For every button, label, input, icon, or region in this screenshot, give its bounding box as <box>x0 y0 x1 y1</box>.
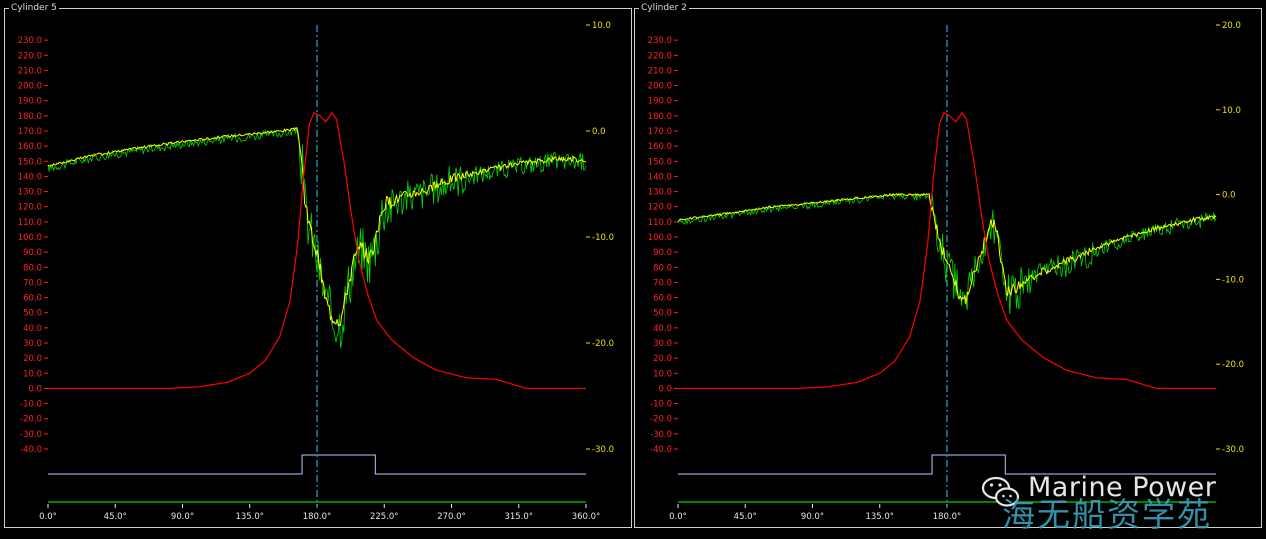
left-axis-tick-label: 190.0 <box>648 97 672 107</box>
left-axis-tick-label: 50.0 <box>653 309 672 319</box>
left-axis-tick-label: 10.0 <box>23 369 42 379</box>
x-axis-tick-label: 45.0° <box>734 512 757 522</box>
left-axis-tick-label: 70.0 <box>23 278 42 288</box>
watermark-chinese-text: 海无船资学苑 <box>1002 495 1212 534</box>
x-axis-tick-label: 90.0° <box>171 512 194 522</box>
cylinder-2-chart: 230.0 220.0 210.0 200.0 190.0 180.0 170.0 160.0… <box>648 21 1244 522</box>
left-axis-tick-label: 40.0 <box>653 324 672 334</box>
x-axis-tick-label: 0.0° <box>669 512 687 522</box>
right-axis-tick-label: -20.0 <box>592 339 614 349</box>
left-axis-tick-label: 200.0 <box>648 82 672 92</box>
cylinder-5-chart: 230.0 220.0 210.0 200.0 190.0 180.0 170.0 160.0… <box>18 21 614 522</box>
left-axis-tick-label: -10.0 <box>20 400 42 410</box>
left-axis-tick-label: 180.0 <box>18 112 42 122</box>
x-axis-tick-label: 135.0° <box>235 512 264 522</box>
left-axis-tick-label: 110.0 <box>18 218 42 228</box>
right-axis-tick-label: -30.0 <box>1222 445 1244 455</box>
left-axis-tick-label: 80.0 <box>23 263 42 273</box>
left-axis-tick-label: 230.0 <box>648 36 672 46</box>
left-axis-tick-label: 220.0 <box>18 51 42 61</box>
left-axis-tick-label: -20.0 <box>20 415 42 425</box>
left-axis-tick-label: 20.0 <box>23 354 42 364</box>
left-axis-tick-label: 100.0 <box>648 233 672 243</box>
left-axis-tick-label: -30.0 <box>20 430 42 440</box>
right-axis-tick-label: 10.0 <box>1222 106 1241 116</box>
left-axis-tick-label: 220.0 <box>648 51 672 61</box>
left-axis-tick-label: 60.0 <box>653 294 672 304</box>
left-axis-tick-label: 130.0 <box>648 188 672 198</box>
left-axis-tick-label: 90.0 <box>23 248 42 258</box>
x-axis-tick-label: 180.0° <box>303 512 332 522</box>
left-axis-tick-label: 50.0 <box>23 309 42 319</box>
left-axis-tick-label: 190.0 <box>18 97 42 107</box>
cylinder-5-panel: Cylinder 5 230.0 220.0 210.0 200.0 190.0 180.… <box>4 1 632 528</box>
right-axis-tick-label: 0.0 <box>592 127 606 137</box>
left-axis-tick-label: 0.0 <box>28 384 42 394</box>
x-axis-tick-label: 270.0° <box>437 512 466 522</box>
left-axis-tick-label: 30.0 <box>653 339 672 349</box>
left-axis-tick-label: 170.0 <box>18 127 42 137</box>
left-axis-tick-label: 160.0 <box>18 142 42 152</box>
left-axis-tick-label: 100.0 <box>18 233 42 243</box>
right-axis-tick-label: -10.0 <box>1222 275 1244 285</box>
left-axis-tick-label: 210.0 <box>18 66 42 76</box>
left-axis-tick-label: 160.0 <box>648 142 672 152</box>
left-axis-tick-label: 110.0 <box>648 218 672 228</box>
right-axis-tick-label: 0.0 <box>1222 191 1236 201</box>
left-axis-tick-label: 10.0 <box>653 369 672 379</box>
left-axis-tick-label: -20.0 <box>650 415 672 425</box>
left-axis-tick-label: 120.0 <box>18 203 42 213</box>
x-axis-tick-label: 135.0° <box>865 512 894 522</box>
left-axis-tick-label: 20.0 <box>653 354 672 364</box>
x-axis-tick-label: 45.0° <box>104 512 127 522</box>
right-axis-tick-label: 10.0 <box>592 21 611 31</box>
left-axis-tick-label: 70.0 <box>653 278 672 288</box>
left-axis-tick-label: 0.0 <box>658 384 672 394</box>
left-axis-tick-label: 150.0 <box>648 157 672 167</box>
left-axis-tick-label: 180.0 <box>648 112 672 122</box>
left-axis-tick-label: 150.0 <box>18 157 42 167</box>
left-axis-tick-label: 230.0 <box>18 36 42 46</box>
x-axis-tick-label: 180.0° <box>933 512 962 522</box>
left-axis-tick-label: -40.0 <box>650 445 672 455</box>
left-axis-tick-label: 60.0 <box>23 294 42 304</box>
watermark: Marine Power 海无船资学苑 <box>978 472 1240 534</box>
left-axis-tick-label: 80.0 <box>653 263 672 273</box>
right-axis-tick-label: 20.0 <box>1222 21 1241 31</box>
left-axis-tick-label: -40.0 <box>20 445 42 455</box>
left-axis-tick-label: 90.0 <box>653 248 672 258</box>
x-axis-tick-label: 360.0° <box>572 512 601 522</box>
left-axis-tick-label: 200.0 <box>18 82 42 92</box>
x-axis-tick-label: 0.0° <box>39 512 57 522</box>
left-axis-tick-label: 30.0 <box>23 339 42 349</box>
right-axis-tick-label: -20.0 <box>1222 360 1244 370</box>
left-axis-tick-label: 40.0 <box>23 324 42 334</box>
left-axis-tick-label: 170.0 <box>648 127 672 137</box>
left-axis-tick-label: 210.0 <box>648 66 672 76</box>
left-axis-tick-label: 140.0 <box>18 172 42 182</box>
left-axis-tick-label: -10.0 <box>650 400 672 410</box>
left-axis-tick-label: 130.0 <box>18 188 42 198</box>
right-axis-tick-label: -10.0 <box>592 233 614 243</box>
cylinder-2-panel: Cylinder 2 230.0 220.0 210.0 200.0 190.0 180.… <box>634 1 1262 528</box>
left-axis-tick-label: 120.0 <box>648 203 672 213</box>
x-axis-tick-label: 225.0° <box>370 512 399 522</box>
x-axis-tick-label: 90.0° <box>801 512 824 522</box>
x-axis-tick-label: 315.0° <box>504 512 533 522</box>
left-axis-tick-label: -30.0 <box>650 430 672 440</box>
right-axis-tick-label: -30.0 <box>592 445 614 455</box>
left-axis-tick-label: 140.0 <box>648 172 672 182</box>
